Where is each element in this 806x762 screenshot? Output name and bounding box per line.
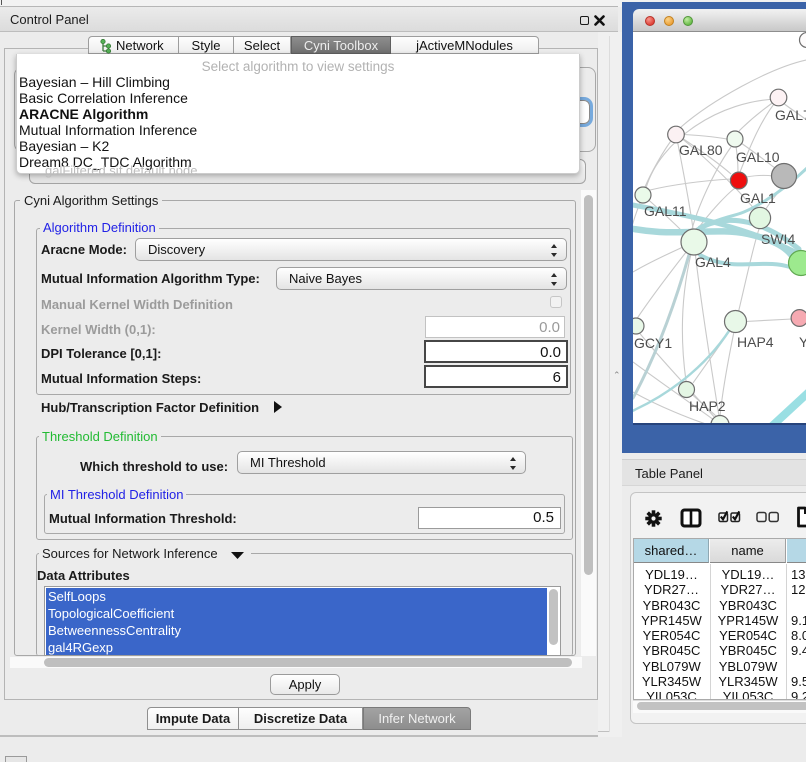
svg-text:HAP2: HAP2 — [689, 398, 726, 414]
svg-text:YB: YB — [799, 334, 806, 350]
svg-text:SWI4: SWI4 — [761, 231, 795, 247]
svg-text:GAL1: GAL1 — [740, 190, 776, 206]
svg-text:GAL80: GAL80 — [679, 142, 723, 158]
svg-text:HAP4: HAP4 — [737, 334, 774, 350]
svg-text:GAL11: GAL11 — [644, 203, 687, 219]
svg-text:GAL4: GAL4 — [695, 254, 731, 270]
svg-text:GAL10: GAL10 — [736, 149, 780, 165]
svg-text:GAL7: GAL7 — [775, 107, 806, 123]
svg-text:GCY1: GCY1 — [634, 335, 672, 351]
